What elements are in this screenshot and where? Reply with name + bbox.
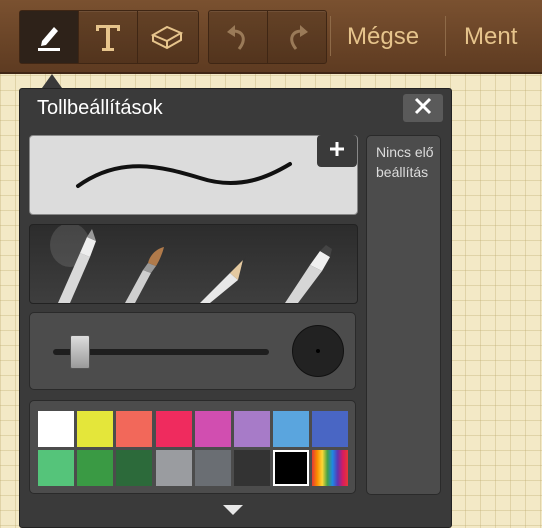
plus-icon (328, 140, 346, 162)
redo-button[interactable] (268, 11, 326, 63)
eraser-tool-button[interactable] (138, 11, 196, 63)
top-toolbar: Mégse Ment (0, 0, 542, 74)
color-swatch[interactable] (312, 411, 349, 447)
undo-button[interactable] (209, 11, 268, 63)
undo-icon (225, 21, 251, 53)
pen-type-brush[interactable] (125, 247, 164, 303)
color-swatch[interactable] (116, 411, 153, 447)
eraser-icon (150, 23, 184, 51)
add-preset-button[interactable] (317, 135, 357, 167)
redo-icon (284, 21, 310, 53)
color-swatch[interactable] (155, 411, 192, 447)
pen-type-marker[interactable] (285, 245, 332, 303)
panel-title: Tollbeállítások (37, 97, 163, 119)
color-swatch[interactable] (194, 411, 231, 447)
pen-type-selector (29, 223, 358, 304)
toolbar-divider (445, 16, 446, 56)
color-swatch[interactable] (77, 411, 114, 447)
pen-tool-button[interactable] (20, 11, 79, 63)
color-swatch[interactable] (273, 411, 310, 447)
save-button[interactable]: Ment (464, 14, 517, 60)
cancel-button[interactable]: Mégse (347, 14, 419, 60)
pen-icon (34, 22, 64, 52)
expand-chevron-icon[interactable] (223, 505, 243, 515)
color-swatch[interactable] (312, 450, 349, 486)
pen-settings-panel: Tollbeállítások Nincs előbeállítás (19, 88, 452, 528)
toolbar-divider (330, 16, 331, 56)
presets-list: Nincs előbeállítás (366, 135, 441, 495)
close-button[interactable] (403, 94, 443, 122)
color-swatch[interactable] (273, 450, 310, 486)
color-swatch[interactable] (77, 450, 114, 486)
color-swatch[interactable] (155, 450, 192, 486)
tool-group (19, 10, 199, 64)
color-swatch[interactable] (116, 450, 153, 486)
pen-size-section (29, 312, 356, 390)
presets-empty-text: Nincs előbeállítás (376, 144, 434, 180)
text-tool-button[interactable] (79, 11, 138, 63)
color-swatch[interactable] (38, 450, 74, 486)
color-swatch[interactable] (234, 450, 270, 486)
color-swatch[interactable] (234, 411, 270, 447)
color-swatch[interactable] (38, 411, 74, 447)
size-slider-thumb[interactable] (69, 335, 90, 369)
popover-pointer (42, 74, 62, 88)
stroke-preview-curve (76, 162, 292, 188)
size-preview-circle (292, 325, 344, 377)
color-swatch[interactable] (194, 450, 231, 486)
text-t-icon (93, 21, 123, 53)
pen-type-pencil[interactable] (200, 257, 246, 303)
close-icon (414, 97, 432, 119)
stroke-preview (29, 135, 358, 215)
color-palette (29, 400, 356, 494)
history-group (208, 10, 327, 64)
